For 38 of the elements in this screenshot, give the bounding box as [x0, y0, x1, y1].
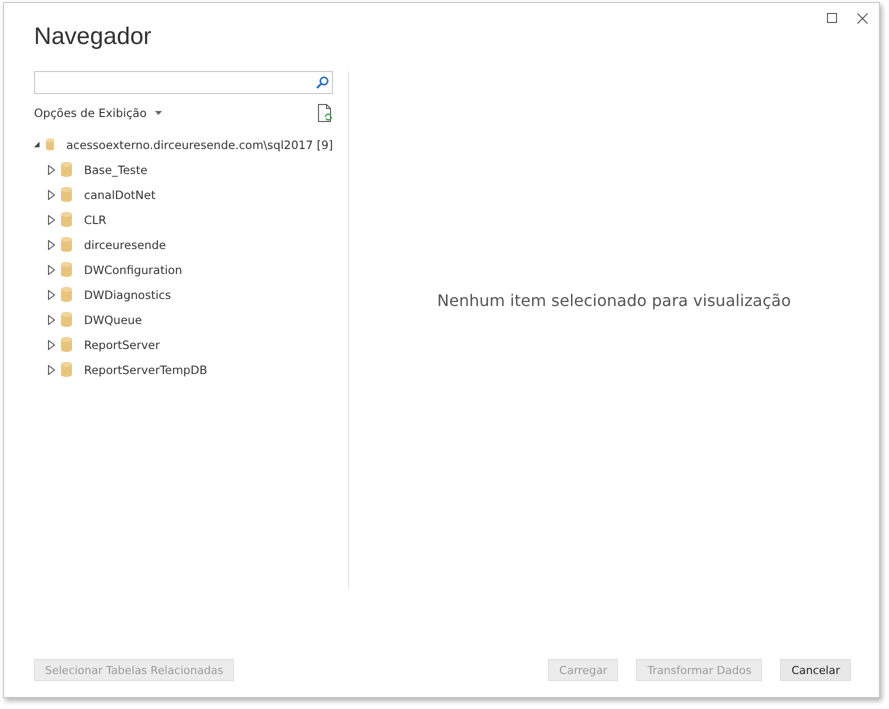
refresh-document-icon[interactable]: [318, 104, 333, 122]
tree-item-label[interactable]: ReportServer: [84, 338, 160, 352]
tree-item-label[interactable]: DWQueue: [84, 312, 142, 326]
database-icon: [61, 187, 72, 202]
tree-item-label[interactable]: DWConfiguration: [84, 262, 182, 276]
database-icon: [61, 237, 72, 252]
expand-arrow-icon[interactable]: [48, 364, 55, 374]
expand-arrow-icon[interactable]: [48, 314, 55, 324]
expand-arrow-icon[interactable]: [48, 340, 55, 350]
database-icon: [61, 312, 72, 327]
caret-icon[interactable]: [154, 111, 162, 115]
expand-arrow-icon[interactable]: [48, 214, 55, 224]
collapse-arrow-icon[interactable]: [34, 141, 40, 148]
search-field[interactable]: [34, 71, 333, 94]
database-icon: [61, 262, 72, 277]
database-icon: [61, 287, 72, 302]
search-icon[interactable]: [316, 76, 329, 89]
expand-arrow-icon[interactable]: [48, 190, 55, 200]
action-button[interactable]: Cancelar: [780, 659, 851, 681]
database-icon: [61, 362, 72, 377]
database-icon: [61, 162, 72, 177]
expand-arrow-icon[interactable]: [48, 264, 55, 274]
tree-item-label[interactable]: DWDiagnostics: [84, 288, 171, 302]
expand-arrow-icon[interactable]: [48, 240, 55, 250]
tree-item-label[interactable]: ReportServerTempDB: [84, 362, 208, 376]
expand-arrow-icon[interactable]: [48, 164, 55, 174]
tree-item-label[interactable]: acessoexterno.dirceuresende.com\sql2017 [9]: [66, 138, 333, 152]
expand-arrow-icon[interactable]: [48, 290, 55, 300]
empty-preview-message: Nenhum item selecionado para visualização: [437, 290, 791, 310]
database-icon: [61, 337, 72, 352]
display-options-dropdown[interactable]: Opções de Exibição: [34, 106, 162, 120]
tree-item-label[interactable]: canalDotNet: [84, 188, 156, 202]
database-icon: [46, 137, 54, 152]
tree-item-label[interactable]: dirceuresende: [84, 238, 166, 252]
tree-item-label[interactable]: Base_Teste: [84, 162, 148, 176]
window-title: Navegador: [34, 23, 152, 51]
database-icon: [61, 212, 72, 227]
tree-item-label[interactable]: CLR: [84, 212, 106, 226]
